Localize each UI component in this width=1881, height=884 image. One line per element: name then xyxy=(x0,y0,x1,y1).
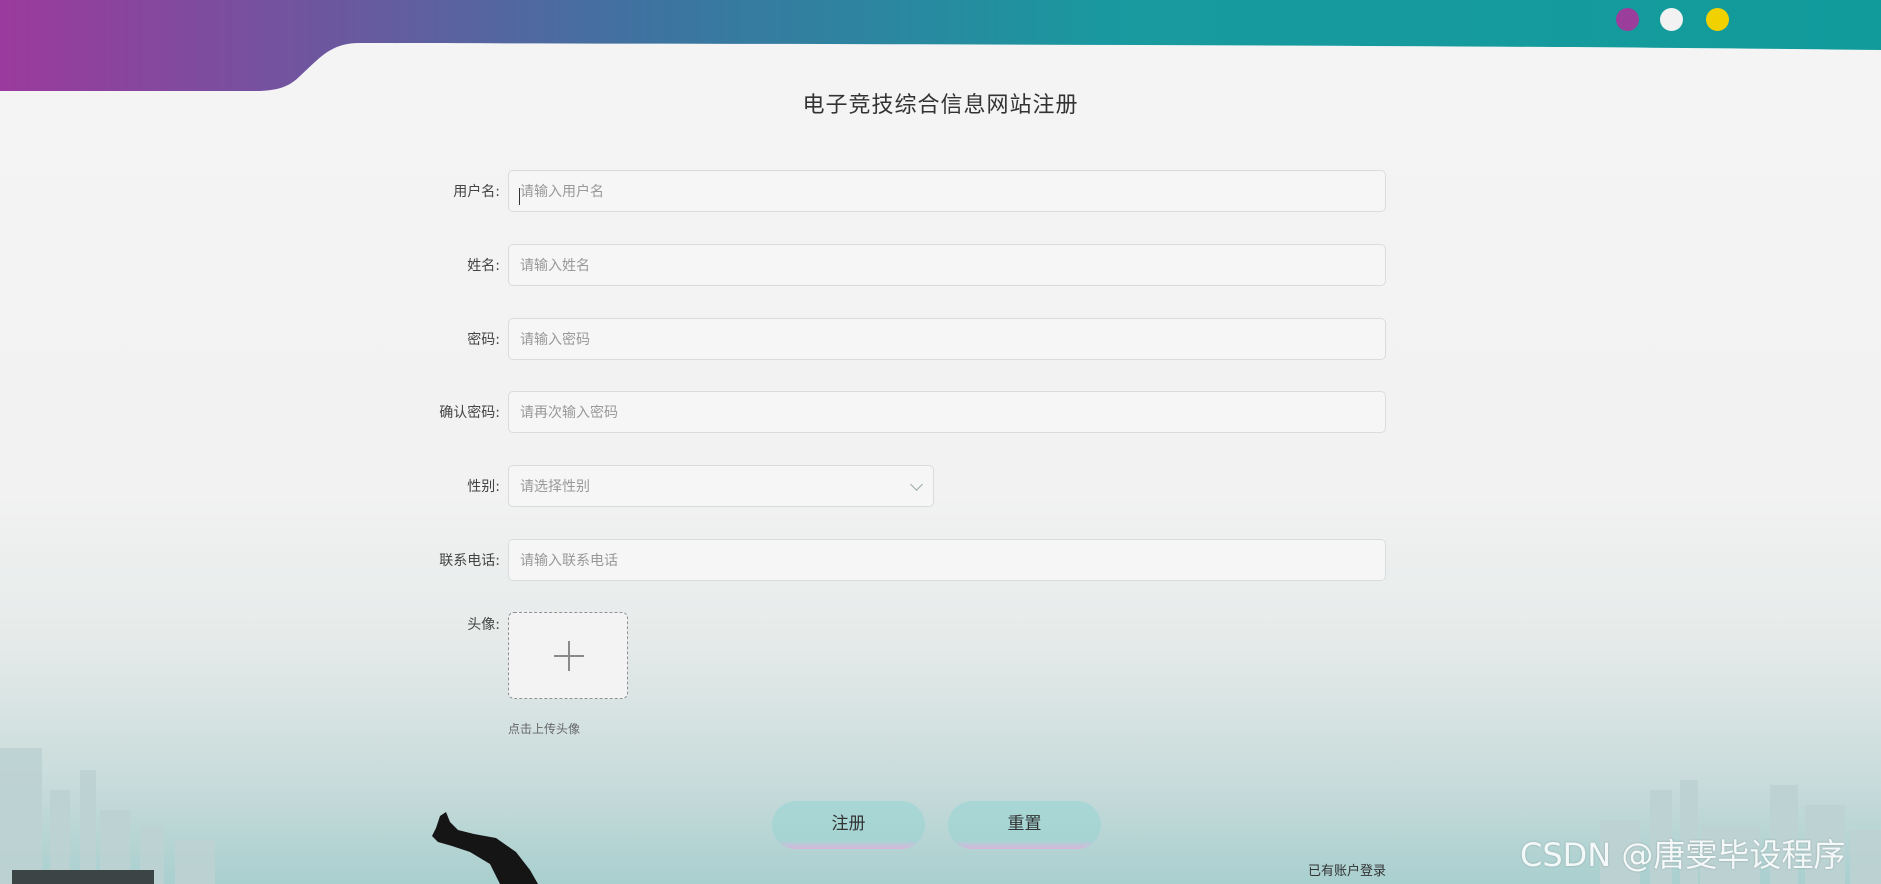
window-dot-yellow[interactable] xyxy=(1706,8,1729,31)
confirm-password-input[interactable]: 请再次输入密码 xyxy=(508,391,1386,433)
form-row-password: 密码: 请输入密码 xyxy=(400,318,1390,362)
gender-select-placeholder: 请选择性别 xyxy=(520,479,590,495)
avatar-upload-button[interactable] xyxy=(508,612,628,699)
plus-icon-vertical xyxy=(568,641,570,671)
top-banner xyxy=(0,0,1881,91)
form-row-gender: 性别: 请选择性别 xyxy=(400,465,1390,509)
phone-input[interactable]: 请输入联系电话 xyxy=(508,539,1386,581)
watermark: CSDN @唐雯毕设程序 xyxy=(1520,836,1846,874)
taskbar-fragment xyxy=(12,870,154,884)
form-row-name: 姓名: 请输入姓名 xyxy=(400,244,1390,288)
username-input[interactable]: 请输入用户名 xyxy=(508,170,1386,212)
player-silhouette-image xyxy=(432,812,538,884)
text-cursor xyxy=(519,188,520,205)
phone-label: 联系电话: xyxy=(439,553,500,569)
gender-label: 性别: xyxy=(467,479,500,495)
form-row-phone: 联系电话: 请输入联系电话 xyxy=(400,539,1390,583)
register-button[interactable]: 注册 xyxy=(772,801,925,849)
password-label: 密码: xyxy=(467,332,500,348)
name-label: 姓名: xyxy=(467,258,500,274)
form-row-username: 用户名: 请输入用户名 xyxy=(400,170,1390,214)
page-title: 电子竞技综合信息网站注册 xyxy=(802,93,1079,118)
password-input[interactable]: 请输入密码 xyxy=(508,318,1386,360)
form-row-confirm-password: 确认密码: 请再次输入密码 xyxy=(400,391,1390,435)
avatar-label: 头像: xyxy=(467,617,500,633)
reset-button[interactable]: 重置 xyxy=(948,801,1101,849)
name-input[interactable]: 请输入姓名 xyxy=(508,244,1386,286)
window-dot-purple[interactable] xyxy=(1616,8,1639,31)
gender-select[interactable]: 请选择性别 xyxy=(508,465,934,507)
login-link[interactable]: 已有账户登录 xyxy=(1308,860,1386,879)
window-dot-white[interactable] xyxy=(1660,8,1683,31)
username-label: 用户名: xyxy=(453,184,500,200)
confirm-password-label: 确认密码: xyxy=(439,405,500,421)
chevron-down-icon xyxy=(910,478,923,491)
